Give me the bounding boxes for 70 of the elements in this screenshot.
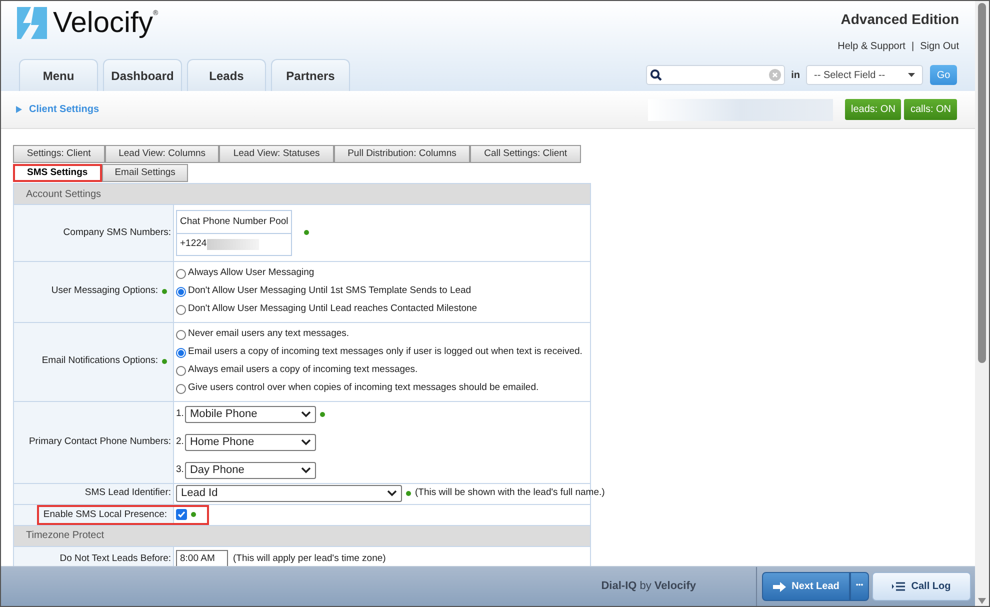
search-field[interactable]: [646, 65, 786, 85]
chevron-down-icon: [387, 490, 397, 497]
settings-tab[interactable]: Pull Distribution: Columns: [334, 145, 470, 163]
settings-tab[interactable]: SMS Settings: [13, 164, 102, 182]
section-header: Account Settings: [14, 184, 590, 205]
in-label: in: [791, 68, 800, 82]
sign-out-link[interactable]: Sign Out: [920, 39, 959, 54]
edition-title: Advanced Edition: [840, 10, 959, 29]
radio-option[interactable]: Always email users a copy of incoming text messages.: [176, 362, 590, 380]
help-link[interactable]: Help & Support: [838, 39, 906, 54]
field-label: Email Notifications Options:: [42, 354, 158, 368]
field-label: Company SMS Numbers:: [63, 226, 171, 240]
radio-option[interactable]: Email users a copy of incoming text messages only if user is logged out when text is received.: [176, 344, 590, 362]
call-log-button[interactable]: Call Log: [872, 572, 971, 601]
brand-logo: Velocify: [53, 8, 153, 38]
search-icon: [650, 69, 662, 81]
field-label: Enable SMS Local Presence:: [43, 508, 167, 522]
radio-button[interactable]: [176, 348, 186, 358]
radio-button[interactable]: [176, 286, 186, 296]
phone-number: +1224: [180, 237, 207, 252]
settings-tab[interactable]: Call Settings: Client: [470, 145, 581, 163]
pool-header: Chat Phone Number Pool: [177, 211, 292, 234]
nav-tab[interactable]: Leads: [187, 59, 266, 91]
radio-option[interactable]: Give users control over when copies of incoming text messages should be emailed.: [176, 380, 590, 398]
phone-select[interactable]: Mobile Phone: [184, 406, 316, 422]
chevron-down-icon: [300, 438, 311, 446]
radio-button[interactable]: [176, 366, 186, 376]
settings-tab[interactable]: Email Settings: [102, 164, 188, 182]
scrollbar[interactable]: [975, 1, 989, 606]
nav-tab[interactable]: Menu: [19, 59, 98, 91]
scroll-down-icon: [978, 598, 986, 604]
nav-tab[interactable]: Dashboard: [103, 59, 182, 91]
hint-text: (This will be shown with the lead's full name.): [415, 486, 605, 500]
radio-button[interactable]: [176, 330, 186, 340]
field-label: User Messaging Options:: [51, 284, 158, 298]
radio-button[interactable]: [176, 268, 186, 278]
hint-text: (This will apply per lead's time zone): [233, 552, 386, 566]
field-label: SMS Lead Identifier:: [84, 486, 171, 500]
field-label: Do Not Text Leads Before:: [60, 552, 171, 566]
radio-button[interactable]: [176, 384, 186, 394]
section-header: Timezone Protect: [14, 526, 590, 547]
nav-tab[interactable]: Partners: [271, 59, 350, 91]
phone-select[interactable]: Day Phone: [184, 462, 316, 478]
settings-tab[interactable]: Lead View: Statuses: [219, 145, 334, 163]
field-label: Primary Contact Phone Numbers:: [28, 434, 171, 449]
list-number: 1.: [176, 406, 184, 421]
settings-tab[interactable]: Lead View: Columns: [104, 145, 220, 163]
list-icon: [892, 582, 906, 591]
list-number: 3.: [176, 462, 184, 477]
phone-select[interactable]: Home Phone: [184, 434, 316, 450]
settings-tab[interactable]: Settings: Client: [13, 145, 105, 163]
identifier-select[interactable]: Lead Id: [176, 485, 402, 502]
link-separator: |: [911, 40, 914, 54]
radio-option[interactable]: Don't Allow User Messaging Until Lead reaches Contacted Milestone: [176, 300, 590, 318]
footer-brand: Dial-IQ by Velocify: [601, 579, 696, 594]
chevron-down-icon: [300, 410, 311, 418]
radio-option[interactable]: Always Allow User Messaging: [176, 264, 590, 282]
caret-icon: [908, 73, 915, 77]
list-number: 2.: [176, 434, 184, 449]
radio-option[interactable]: Don't Allow User Messaging Until 1st SMS Template Sends to Lead: [176, 282, 590, 300]
chevron-down-icon: [300, 466, 311, 474]
radio-button[interactable]: [176, 304, 186, 314]
field-select[interactable]: -- Select Field --: [806, 65, 923, 85]
checkbox[interactable]: [176, 509, 187, 520]
next-lead-button[interactable]: Next Lead: [762, 572, 850, 601]
lightning-logo-icon: [17, 7, 47, 39]
expand-arrow-icon: [16, 106, 22, 113]
redaction-blur: [206, 238, 259, 250]
arrow-right-icon: [772, 582, 786, 592]
radio-option[interactable]: Never email users any text messages.: [176, 326, 590, 344]
